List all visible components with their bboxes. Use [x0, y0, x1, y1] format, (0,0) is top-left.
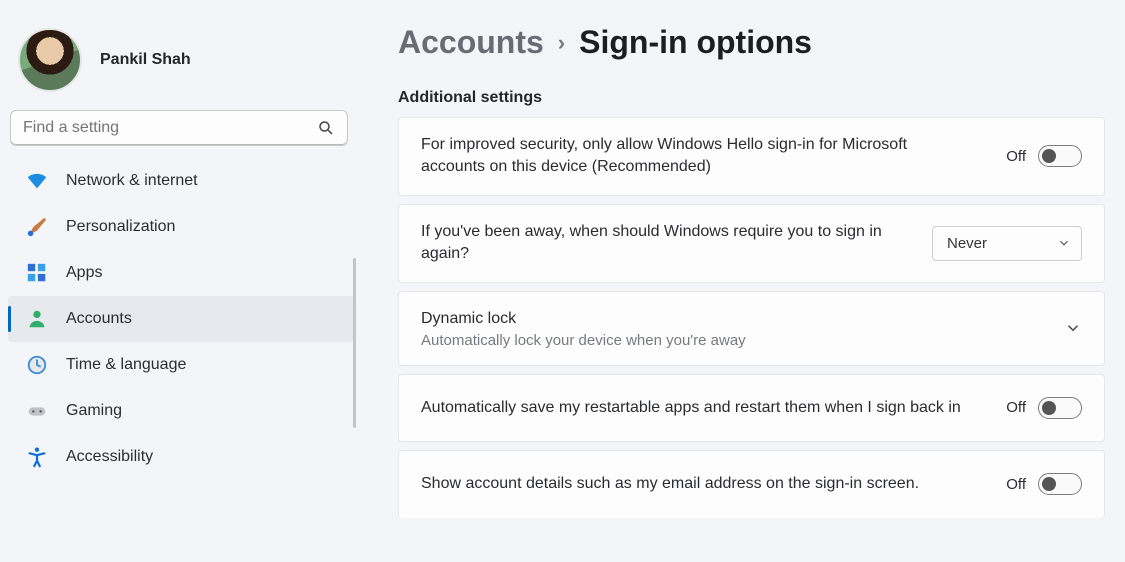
person-icon	[26, 308, 48, 330]
setting-windows-hello: For improved security, only allow Window…	[398, 117, 1105, 196]
setting-label: For improved security, only allow Window…	[421, 134, 961, 179]
page-title: Sign-in options	[579, 24, 812, 61]
search-icon	[317, 119, 335, 137]
apps-icon	[26, 262, 48, 284]
gamepad-icon	[26, 400, 48, 422]
sidebar: Pankil Shah Network & internet Personali…	[0, 0, 360, 562]
toggle-restart-apps[interactable]	[1038, 397, 1082, 419]
sidebar-item-label: Personalization	[66, 218, 175, 236]
setting-require-signin: If you've been away, when should Windows…	[398, 204, 1105, 283]
sidebar-item-time-language[interactable]: Time & language	[8, 342, 354, 388]
setting-dynamic-lock[interactable]: Dynamic lock Automatically lock your dev…	[398, 291, 1105, 366]
setting-account-details: Show account details such as my email ad…	[398, 450, 1105, 518]
sidebar-item-label: Time & language	[66, 356, 186, 374]
paintbrush-icon	[26, 216, 48, 238]
breadcrumb-parent[interactable]: Accounts	[398, 24, 544, 61]
scrollbar[interactable]	[353, 258, 356, 428]
sidebar-item-label: Gaming	[66, 402, 122, 420]
toggle-windows-hello[interactable]	[1038, 145, 1082, 167]
sidebar-item-network[interactable]: Network & internet	[8, 158, 354, 204]
sidebar-item-apps[interactable]: Apps	[8, 250, 354, 296]
chevron-down-icon	[1057, 236, 1071, 250]
setting-label: If you've been away, when should Windows…	[421, 221, 932, 266]
chevron-down-icon[interactable]	[1064, 319, 1082, 337]
chevron-right-icon: ›	[558, 30, 565, 56]
sidebar-item-gaming[interactable]: Gaming	[8, 388, 354, 434]
toggle-state: Off	[1006, 476, 1026, 493]
sidebar-item-label: Accessibility	[66, 448, 153, 466]
setting-label: Automatically save my restartable apps a…	[421, 397, 961, 419]
user-name: Pankil Shah	[100, 51, 191, 69]
setting-title: Dynamic lock	[421, 308, 746, 330]
toggle-state: Off	[1006, 399, 1026, 416]
sidebar-item-label: Apps	[66, 264, 102, 282]
setting-subtitle: Automatically lock your device when you'…	[421, 332, 746, 349]
require-signin-select[interactable]: Never	[932, 226, 1082, 261]
setting-restart-apps: Automatically save my restartable apps a…	[398, 374, 1105, 442]
nav: Network & internet Personalization Apps …	[8, 158, 354, 480]
accessibility-icon	[26, 446, 48, 468]
sidebar-item-accessibility[interactable]: Accessibility	[8, 434, 354, 480]
breadcrumb: Accounts › Sign-in options	[398, 24, 1105, 61]
clock-globe-icon	[26, 354, 48, 376]
search-box[interactable]	[10, 110, 348, 146]
wifi-icon	[26, 170, 48, 192]
section-title: Additional settings	[398, 89, 1105, 107]
user-profile[interactable]: Pankil Shah	[8, 14, 354, 110]
sidebar-item-accounts[interactable]: Accounts	[8, 296, 354, 342]
search-input[interactable]	[23, 119, 317, 137]
avatar	[18, 28, 82, 92]
main-content: Accounts › Sign-in options Additional se…	[360, 0, 1125, 562]
setting-label: Show account details such as my email ad…	[421, 473, 919, 495]
select-value: Never	[947, 235, 987, 252]
sidebar-item-label: Accounts	[66, 310, 132, 328]
sidebar-item-label: Network & internet	[66, 172, 198, 190]
toggle-state: Off	[1006, 148, 1026, 165]
sidebar-item-personalization[interactable]: Personalization	[8, 204, 354, 250]
toggle-account-details[interactable]	[1038, 473, 1082, 495]
